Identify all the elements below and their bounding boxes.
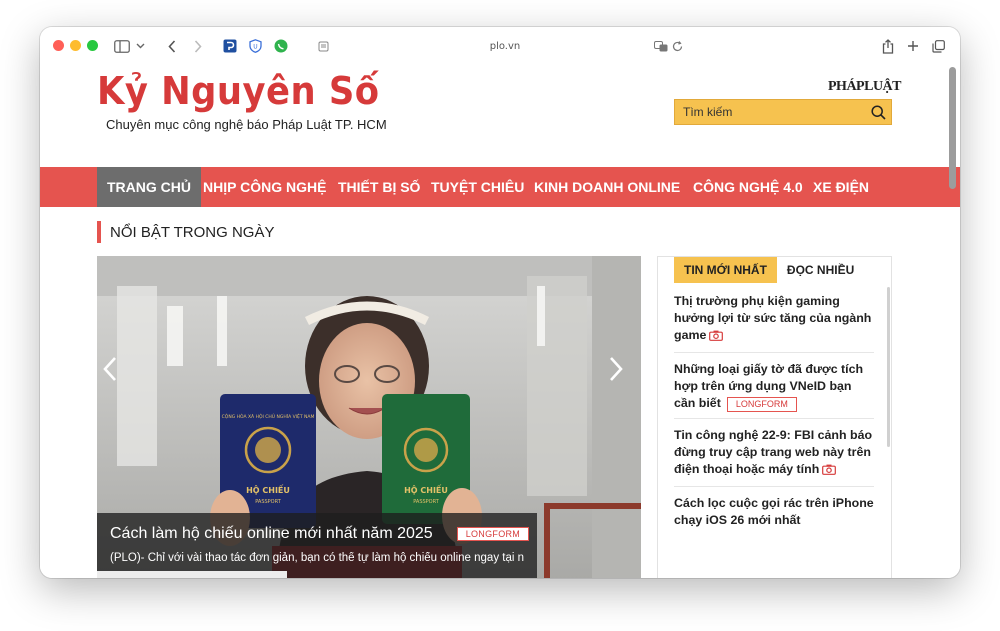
shield-icon[interactable]: U: [249, 36, 262, 56]
longform-badge: LONGFORM: [456, 527, 530, 541]
longform-badge: LONGFORM: [726, 397, 797, 412]
nav-item-nhip-cong-nghe[interactable]: NHỊP CÔNG NGHỆ: [203, 167, 326, 207]
logo-title: Kỷ Nguyên Số: [97, 69, 380, 113]
news-item[interactable]: Những loại giấy tờ đã được tích hợp trên…: [674, 361, 874, 419]
featured-description: (PLO)- Chỉ với vài thao tác đơn giản, bạ…: [110, 552, 524, 564]
nav-item-xe-dien[interactable]: XE ĐIỆN: [813, 167, 869, 207]
chevron-down-icon[interactable]: [136, 36, 145, 56]
web-page: Kỷ Nguyên Số Chuyên mục công nghệ báo Ph…: [40, 65, 960, 578]
browser-window: U plo.vn Kỷ Nguyên Số Chuyên mục công ng…: [40, 27, 960, 578]
news-title[interactable]: Tin công nghệ 22-9: FBI cảnh báo đừng tr…: [674, 428, 872, 476]
passport-blue-sub: PASSPORT: [255, 499, 282, 505]
whatsapp-icon[interactable]: [274, 36, 288, 56]
site-tagline: Chuyên mục công nghệ báo Pháp Luật TP. H…: [106, 117, 387, 132]
browser-toolbar: U plo.vn: [40, 27, 960, 65]
news-title[interactable]: Thị trường phụ kiện gaming hưởng lợi từ …: [674, 294, 871, 342]
news-list: Thị trường phụ kiện gaming hưởng lợi từ …: [674, 293, 874, 543]
featured-headline-row: Cách làm hộ chiếu online mới nhất năm 20…: [110, 525, 530, 543]
share-icon[interactable]: [882, 36, 894, 56]
main-nav: TRANG CHỦ NHỊP CÔNG NGHỆ THIẾT BỊ SỐ TUY…: [40, 167, 960, 207]
back-icon[interactable]: [168, 36, 176, 56]
sidebar-scrollbar[interactable]: [887, 287, 890, 447]
news-title[interactable]: Cách lọc cuộc gọi rác trên iPhone chạy i…: [674, 496, 874, 527]
address-text: plo.vn: [489, 40, 521, 52]
address-bar[interactable]: plo.vn: [310, 35, 700, 57]
zoom-window-button[interactable]: [87, 40, 98, 51]
featured-caption[interactable]: Cách làm hộ chiếu online mới nhất năm 20…: [97, 513, 537, 578]
svg-text:U: U: [253, 44, 257, 51]
tab-tin-moi-nhat[interactable]: TIN MỚI NHẤT: [674, 257, 777, 283]
page-scrollbar[interactable]: [949, 67, 956, 189]
reload-icon[interactable]: [672, 36, 683, 56]
phap-luat-logo[interactable]: PHÁPLUẬT: [828, 79, 902, 95]
tab-overview-icon[interactable]: [932, 36, 945, 56]
search-input[interactable]: Tìm kiếm: [683, 105, 865, 119]
camera-icon: [709, 329, 724, 346]
news-tabs: TIN MỚI NHẤT ĐỌC NHIỀU: [674, 257, 864, 283]
translate-icon[interactable]: [654, 36, 668, 56]
featured-headline[interactable]: Cách làm hộ chiếu online mới nhất năm 20…: [110, 525, 433, 543]
new-tab-icon[interactable]: [907, 36, 919, 56]
news-item[interactable]: Tin công nghệ 22-9: FBI cảnh báo đừng tr…: [674, 427, 874, 487]
camera-icon: [822, 463, 837, 480]
nav-item-cong-nghe-4[interactable]: CÔNG NGHỆ 4.0: [693, 167, 803, 207]
extension-icon[interactable]: [223, 36, 237, 56]
search-box[interactable]: Tìm kiếm: [674, 99, 892, 125]
forward-icon[interactable]: [194, 36, 202, 56]
carousel-next-icon[interactable]: [609, 356, 633, 396]
next-section-placeholder: [97, 571, 287, 578]
nav-item-kinh-doanh-online[interactable]: KINH DOANH ONLINE: [534, 167, 680, 207]
sidebar-toggle-icon[interactable]: [114, 36, 130, 56]
news-item[interactable]: Cách lọc cuộc gọi rác trên iPhone chạy i…: [674, 495, 874, 535]
section-title: NỔI BẬT TRONG NGÀY: [97, 221, 274, 243]
news-item[interactable]: Thị trường phụ kiện gaming hưởng lợi từ …: [674, 293, 874, 353]
site-logo[interactable]: Kỷ Nguyên Số: [97, 69, 397, 117]
featured-carousel[interactable]: CỘNG HÒA XÃ HỘI CHỦ NGHĨA VIỆT NAM HỘ CH…: [97, 256, 641, 578]
search-icon[interactable]: [865, 104, 891, 120]
nav-item-thiet-bi-so[interactable]: THIẾT BỊ SỐ: [338, 167, 420, 207]
news-sidebar: TIN MỚI NHẤT ĐỌC NHIỀU Thị trường phụ ki…: [657, 256, 892, 578]
nav-item-tuyet-chieu[interactable]: TUYỆT CHIÊU: [431, 167, 524, 207]
nav-item-trang-chu[interactable]: TRANG CHỦ: [97, 167, 201, 207]
close-window-button[interactable]: [53, 40, 64, 51]
tab-doc-nhieu[interactable]: ĐỌC NHIỀU: [777, 257, 864, 283]
carousel-prev-icon[interactable]: [103, 356, 127, 396]
passport-green-sub: PASSPORT: [413, 499, 440, 505]
minimize-window-button[interactable]: [70, 40, 81, 51]
